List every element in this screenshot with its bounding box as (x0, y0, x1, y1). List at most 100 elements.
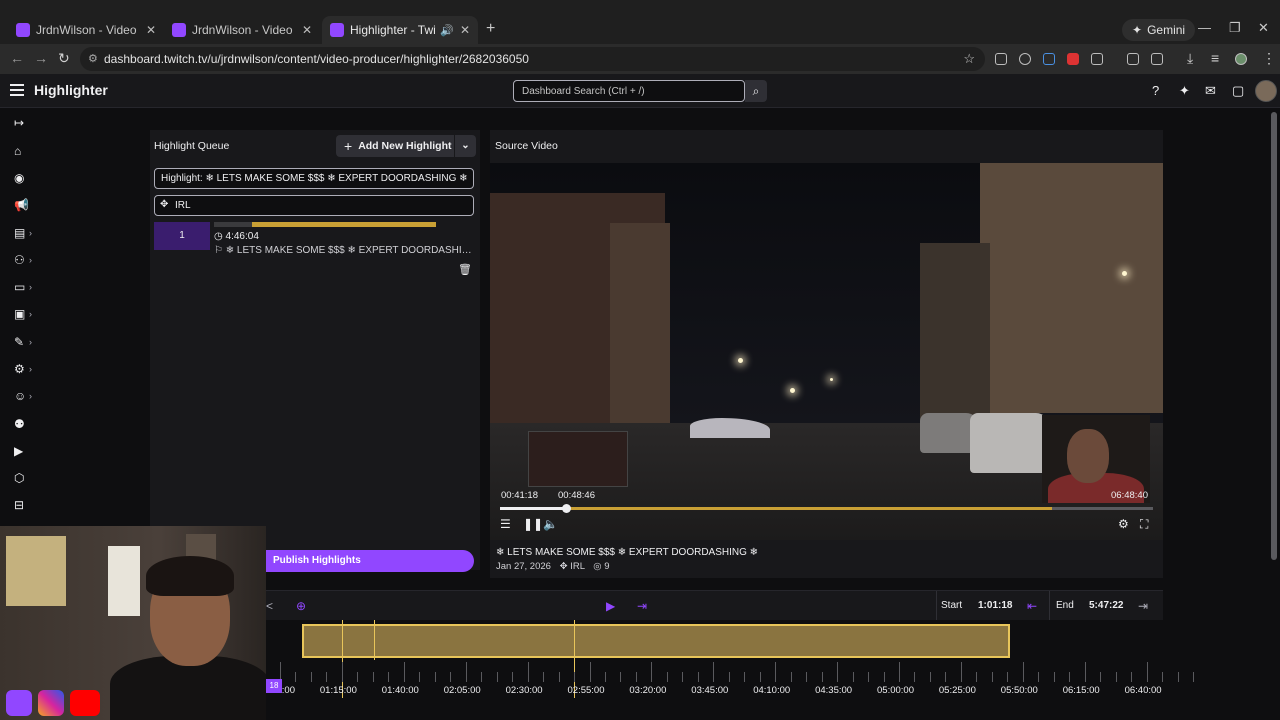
home-icon[interactable]: ⌂ (14, 144, 21, 158)
clock-icon: ◷ (214, 231, 223, 242)
jump-to-playhead-icon[interactable]: ⇥ (637, 599, 647, 613)
guide-book-icon[interactable]: ⊟ (14, 498, 24, 512)
window-close-icon[interactable]: ✕ (1258, 20, 1269, 36)
start-time-value[interactable]: 1:01:18 (978, 600, 1012, 611)
maximize-icon[interactable]: ❐ (1229, 20, 1241, 36)
add-clip-icon[interactable]: ⊕ (296, 599, 306, 613)
browser-tab[interactable]: JrdnWilson - Video Producer - ✕ (164, 16, 320, 44)
timeline-tick-label: 04:10:00 (753, 685, 791, 696)
gemini-button[interactable]: ✦ Gemini (1122, 19, 1196, 41)
top-nav: Highlighter Dashboard Search (Ctrl + /) … (0, 74, 1280, 108)
set-end-icon[interactable]: ⇥ (1138, 599, 1148, 613)
settings-gear-icon[interactable]: ⚙ (1118, 517, 1129, 531)
media-control-icon[interactable]: ≡ (1211, 50, 1219, 66)
video-meta: Jan 27, 2026 ✥ IRL ◎ 9 (496, 561, 610, 572)
timeline-tick (341, 662, 343, 682)
whispers-icon[interactable]: ▢ (1232, 83, 1244, 99)
timeline-tick (589, 662, 591, 682)
settings-icon[interactable]: ⚙ (14, 362, 25, 376)
playhead-tag[interactable]: 18 (266, 679, 282, 693)
add-new-highlight-button[interactable]: + Add New Highlight ⌄ (336, 135, 476, 157)
puzzle-extensions-icon[interactable] (1091, 53, 1103, 65)
highlight-clip-range[interactable] (302, 624, 1010, 658)
side-panel-icon[interactable] (1151, 53, 1163, 65)
extension-icon[interactable] (995, 53, 1007, 65)
close-tab-icon[interactable]: ✕ (146, 23, 156, 37)
promote-icon[interactable]: 📢 (14, 198, 29, 212)
video-frame (980, 163, 1163, 413)
seek-knob[interactable] (562, 504, 571, 513)
timeline-controls: < ⊕ ▶ ⇥ Start 1:01:18 ⇤ End 5:47:22 ⇥ (266, 590, 1163, 621)
browser-tab-active[interactable]: Highlighter - Twitch 🔊 ✕ (322, 16, 478, 44)
close-tab-icon[interactable]: ✕ (302, 23, 312, 37)
volume-icon[interactable]: 🔈 (543, 517, 558, 531)
help-icon[interactable]: ? (1152, 83, 1159, 98)
category-icon: ✥ (160, 199, 169, 210)
trash-icon[interactable]: 🗑 (458, 263, 472, 276)
analytics-icon[interactable]: ▤ (14, 226, 25, 240)
highlight-range-bar (214, 222, 436, 227)
timeline-track[interactable]: 00:50:0001:15:0001:40:0002:05:0002:30:00… (258, 620, 1195, 720)
youtube-logo-icon (70, 690, 100, 716)
highlight-title-field[interactable]: Highlight: ❄ LETS MAKE SOME $$$ ❄ EXPERT… (154, 168, 474, 189)
community-icon[interactable]: ⚇ (14, 253, 25, 267)
chevron-right-icon: › (29, 391, 32, 401)
play-icon[interactable]: ▶ (606, 599, 615, 613)
creator-tools-icon[interactable]: ✎ (14, 335, 24, 349)
dashboard-search-input[interactable]: Dashboard Search (Ctrl + /) (513, 80, 745, 102)
extension-icon[interactable] (1043, 53, 1055, 65)
inbox-icon[interactable]: ✉ (1205, 83, 1216, 99)
publish-highlights-button[interactable]: Publish Highlights (266, 550, 474, 572)
fullscreen-icon[interactable]: ⛶ (1140, 517, 1148, 532)
highlight-queue-item[interactable]: 1 ◷ 4:46:04 ⚐ ❄ LETS MAKE SOME $$$ ❄ EXP… (154, 222, 474, 256)
set-start-icon[interactable]: ⇤ (1027, 599, 1037, 613)
content-icon[interactable]: ▭ (14, 280, 25, 294)
close-tab-icon[interactable]: ✕ (460, 23, 470, 37)
back-icon[interactable]: ← (10, 50, 24, 66)
video-player[interactable]: 00:41:18 00:48:46 06:48:40 ☰ ❚❚ 🔈 ⚙ ⛶ (490, 163, 1163, 540)
timeline-minor-tick (357, 672, 359, 682)
expand-rail-icon[interactable]: ↦ (14, 116, 24, 130)
search-icon[interactable]: ⌕ (745, 80, 767, 102)
end-time-value[interactable]: 5:47:22 (1089, 600, 1123, 611)
chevron-right-icon: › (29, 337, 32, 347)
timeline-minor-tick (759, 672, 761, 682)
reload-icon[interactable]: ↻ (58, 50, 70, 67)
timeline-tick-label: 02:30:00 (505, 685, 543, 696)
pause-icon[interactable]: ❚❚ (523, 517, 543, 531)
profile-icon[interactable] (1235, 53, 1247, 65)
download-icon[interactable]: ⤓ (1187, 50, 1193, 67)
timeline-minor-tick (991, 672, 993, 682)
extension-icon[interactable] (1019, 53, 1031, 65)
avatar[interactable] (1255, 80, 1277, 102)
address-bar[interactable]: ⚙ dashboard.twitch.tv/u/jrdnwilson/conte… (80, 47, 985, 71)
hamburger-menu-icon[interactable] (10, 84, 24, 99)
forward-icon[interactable]: → (34, 50, 48, 66)
browser-tab[interactable]: JrdnWilson - Video Producer ✕ (8, 16, 164, 44)
bookmark-star-icon[interactable]: ☆ (963, 51, 975, 67)
monetization-icon[interactable]: ▣ (14, 307, 25, 321)
seek-bar[interactable] (500, 504, 1153, 513)
site-info-icon[interactable]: ⚙ (88, 52, 98, 65)
add-collaborator-icon[interactable]: ⚉ (14, 417, 25, 431)
page-scrollbar[interactable] (1271, 112, 1277, 560)
new-tab-icon[interactable]: + (486, 20, 495, 38)
menu-kebab-icon[interactable]: ⋮ (1262, 50, 1276, 67)
minimize-icon[interactable]: — (1198, 20, 1211, 35)
stream-icon[interactable]: ◉ (14, 171, 24, 185)
timeline-minor-tick (543, 672, 545, 682)
sparkle-icon[interactable]: ✦ (1179, 83, 1190, 99)
extension-icon[interactable] (1067, 53, 1079, 65)
end-label: End (1056, 600, 1074, 611)
extensions-icon[interactable]: ⬡ (14, 471, 24, 485)
chapters-icon[interactable]: ☰ (500, 517, 511, 531)
collapse-icon[interactable]: < (266, 599, 273, 613)
chevron-down-icon[interactable]: ⌄ (454, 135, 476, 157)
viewer-rewards-icon[interactable]: ☺ (14, 389, 26, 403)
bookmarks-icon[interactable] (1127, 53, 1139, 65)
category-field[interactable]: ✥ IRL (154, 195, 474, 216)
timeline-minor-tick (1069, 672, 1071, 682)
camera-icon[interactable]: ▶ (14, 444, 23, 458)
timeline-minor-tick (496, 672, 498, 682)
speaker-icon[interactable]: 🔊 (440, 24, 454, 37)
